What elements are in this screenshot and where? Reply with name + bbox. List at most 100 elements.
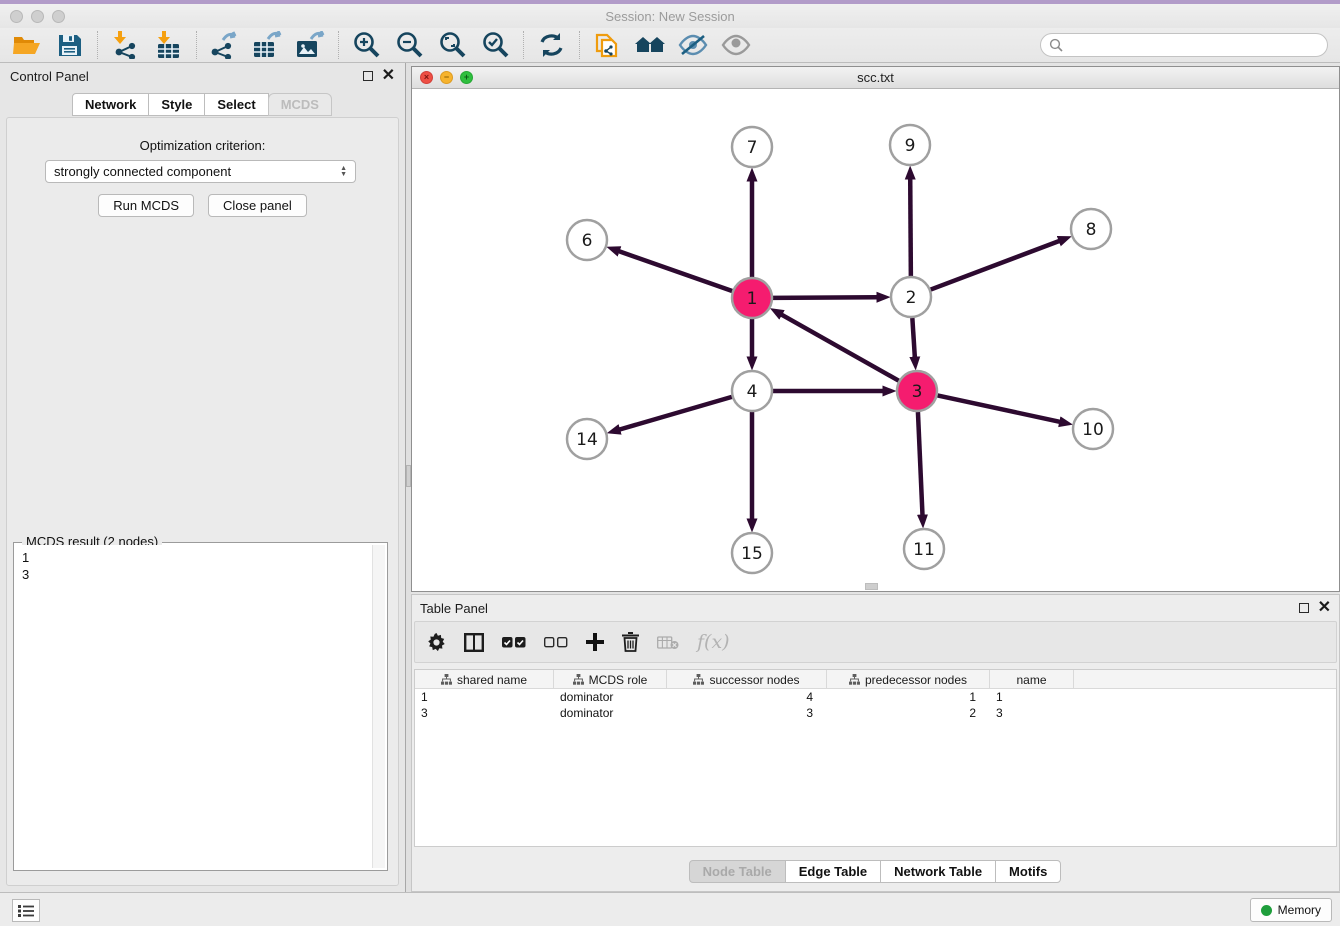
column-header-MCDS-role[interactable]: MCDS role [554,670,667,689]
node-10[interactable]: 10 [1073,409,1113,449]
export-table-button[interactable] [249,29,285,61]
tab-node-table[interactable]: Node Table [689,860,786,883]
network-resize-grip[interactable] [865,583,878,590]
cell-shared-name[interactable]: 1 [415,689,554,705]
column-label: predecessor nodes [865,673,967,687]
node-14[interactable]: 14 [567,419,607,459]
cell-shared-name[interactable]: 3 [415,705,554,721]
cell-MCDS-role[interactable]: dominator [554,689,667,705]
node-4[interactable]: 4 [732,371,772,411]
zoom-fit-button[interactable] [434,29,470,61]
node-8[interactable]: 8 [1071,209,1111,249]
criterion-dropdown[interactable]: strongly connected component ▲▼ [45,160,356,183]
tab-select[interactable]: Select [204,93,268,116]
node-2[interactable]: 2 [891,277,931,317]
edge-3-1[interactable] [782,315,899,381]
zoom-in-button[interactable] [348,29,384,61]
network-canvas[interactable]: 1 2 3 4 6 7 8 9 10 11 14 15 [412,89,1339,591]
tab-motifs[interactable]: Motifs [995,860,1061,883]
edge-2-8[interactable] [931,241,1060,290]
mcds-result-line: 3 [22,566,365,583]
zoom-selected-icon [481,31,509,59]
copy-network-button[interactable] [589,29,625,61]
cell-predecessor-nodes[interactable]: 1 [827,689,990,705]
close-table-panel-icon[interactable]: ✕ [1318,603,1331,613]
delete-table-button[interactable] [657,635,679,650]
edge-3-11[interactable] [918,412,923,515]
cell-name[interactable]: 3 [990,705,1074,721]
network-window-titlebar[interactable]: × − + scc.txt [412,67,1339,89]
search-icon [1049,38,1064,53]
cell-MCDS-role[interactable]: dominator [554,705,667,721]
close-panel-icon[interactable]: ✕ [382,71,395,81]
control-panel-title: Control Panel [10,69,89,84]
refresh-icon [538,32,565,58]
hide-selected-button[interactable] [675,29,711,61]
network-graph[interactable]: 1 2 3 4 6 7 8 9 10 11 14 15 [412,89,1339,591]
node-1[interactable]: 1 [732,278,772,318]
node-6[interactable]: 6 [567,220,607,260]
export-image-button[interactable] [292,29,328,61]
search-input[interactable] [1064,35,1327,55]
tab-network[interactable]: Network [72,93,149,116]
tab-mcds[interactable]: MCDS [268,93,332,116]
edge-1-6[interactable] [619,251,732,291]
delete-column-button[interactable] [622,632,639,652]
show-column-button[interactable] [464,633,484,652]
node-9[interactable]: 9 [890,125,930,165]
float-table-panel-icon[interactable] [1299,603,1309,613]
add-column-button[interactable] [586,633,604,651]
export-network-button[interactable] [206,29,242,61]
column-header-shared-name[interactable]: shared name [415,670,554,689]
window-title: Session: New Session [0,9,1340,24]
table-row[interactable]: 1dominator411 [415,689,1336,705]
table-settings-button[interactable] [427,633,446,652]
main-toolbar [0,28,1340,63]
cell-name[interactable]: 1 [990,689,1074,705]
open-session-button[interactable] [8,29,44,61]
cell-predecessor-nodes[interactable]: 2 [827,705,990,721]
zoom-selected-button[interactable] [477,29,513,61]
eye-icon [721,34,751,56]
select-all-rows-button[interactable] [502,637,526,648]
import-table-button[interactable] [150,29,186,61]
search-field[interactable] [1040,33,1328,57]
node-7[interactable]: 7 [732,127,772,167]
edge-2-9[interactable] [910,179,911,276]
cell-successor-nodes[interactable]: 4 [667,689,827,705]
show-all-button[interactable] [718,29,754,61]
tab-network-table[interactable]: Network Table [880,860,996,883]
node-15[interactable]: 15 [732,533,772,573]
node-11[interactable]: 11 [904,529,944,569]
cell-successor-nodes[interactable]: 3 [667,705,827,721]
mcds-result-list[interactable]: 13 [16,545,371,868]
save-session-button[interactable] [51,29,87,61]
edge-3-10[interactable] [938,395,1060,421]
table-header-row: shared nameMCDS rolesuccessor nodes prede… [415,670,1336,689]
home-layout-button[interactable] [632,29,668,61]
tab-edge-table[interactable]: Edge Table [785,860,881,883]
column-header-predecessor-nodes[interactable]: predecessor nodes [827,670,990,689]
function-builder-button[interactable]: f(x) [697,631,730,653]
zoom-out-button[interactable] [391,29,427,61]
run-mcds-button[interactable]: Run MCDS [98,194,194,217]
edge-4-14[interactable] [620,397,732,430]
column-header-name[interactable]: name [990,670,1074,689]
table-row[interactable]: 3dominator323 [415,705,1336,721]
result-scrollbar[interactable] [372,545,385,868]
list-icon [18,904,34,918]
column-label: name [1016,673,1046,687]
tab-style[interactable]: Style [148,93,205,116]
refresh-view-button[interactable] [533,29,569,61]
edge-1-2[interactable] [773,297,877,298]
node-3[interactable]: 3 [897,371,937,411]
column-header-successor-nodes[interactable]: successor nodes [667,670,827,689]
import-network-button[interactable] [107,29,143,61]
close-panel-button[interactable]: Close panel [208,194,307,217]
task-history-button[interactable] [12,899,40,922]
memory-button[interactable]: Memory [1250,898,1332,922]
node-label: 15 [741,544,763,564]
float-panel-icon[interactable] [363,71,373,81]
edge-2-3[interactable] [912,318,914,357]
deselect-all-rows-button[interactable] [544,637,568,648]
